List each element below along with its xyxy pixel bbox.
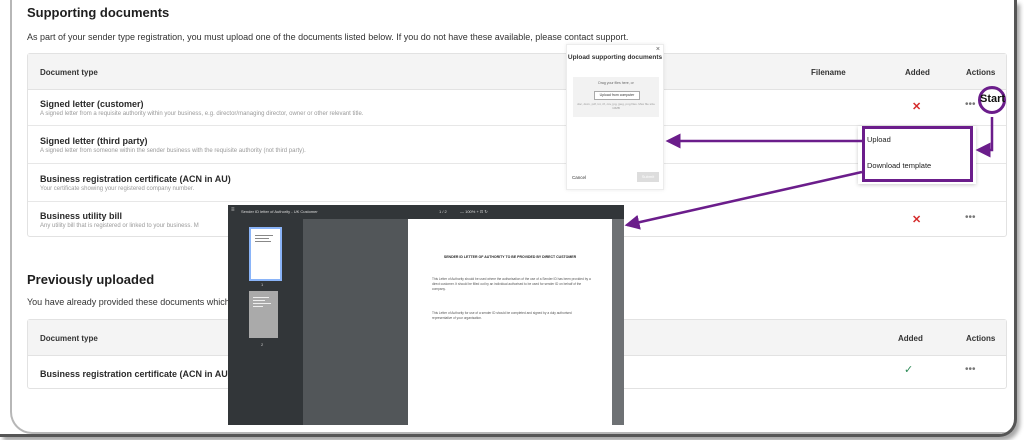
close-icon[interactable]: × xyxy=(656,46,660,53)
file-dropzone[interactable]: Drag your files here, or Upload from com… xyxy=(573,77,659,117)
row-title: Business registration certificate (ACN i… xyxy=(40,369,231,379)
previously-intro: You have already provided these document… xyxy=(27,297,237,307)
row-description: Your certificate showing your registered… xyxy=(40,186,195,192)
col-filename: Filename xyxy=(811,68,846,77)
col-actions: Actions xyxy=(966,68,996,77)
row-actions-button[interactable]: ••• xyxy=(965,212,976,223)
page-thumbnail[interactable] xyxy=(249,227,282,281)
table-row: Signed letter (customer) A signed letter… xyxy=(28,90,1006,126)
col-document-type: Document type xyxy=(40,334,98,343)
row-description: Any utility bill that is registered or l… xyxy=(40,223,199,229)
row-actions-button[interactable]: ••• xyxy=(965,364,976,375)
col-actions: Actions xyxy=(966,334,996,343)
table-header: Document type Filename Added Actions xyxy=(28,54,1006,90)
thumbnail-number: 1 xyxy=(261,282,264,287)
not-added-icon: ✕ xyxy=(912,101,922,113)
row-title: Business registration certificate (ACN i… xyxy=(40,174,231,184)
row-description: A signed letter from someone within the … xyxy=(40,148,306,154)
col-added: Added xyxy=(898,334,923,343)
pdf-toolbar: ≡ Sender ID letter of Authority - UK Cus… xyxy=(228,205,624,219)
dropzone-hint: doc, docx, pdf, txt, rtf, csv, jpg, jpeg… xyxy=(577,102,655,110)
zoom-controls[interactable]: — 100% + ⊡ ↻ xyxy=(460,209,488,214)
thumbnail-number: 2 xyxy=(261,342,264,347)
row-actions-button[interactable]: ••• xyxy=(965,99,976,110)
dropzone-text: Drag your files here, or xyxy=(598,81,634,85)
modal-title: Upload supporting documents xyxy=(567,54,663,61)
previously-heading: Previously uploaded xyxy=(27,272,155,287)
pdf-paragraph: This Letter of Authority should be used … xyxy=(432,277,591,291)
thumbnail-sidebar: 1 2 xyxy=(228,219,303,425)
row-title: Business utility bill xyxy=(40,211,123,221)
pdf-file-title: Sender ID letter of Authority - UK Custo… xyxy=(241,209,318,214)
submit-button[interactable]: Submit xyxy=(637,172,659,182)
browse-button[interactable]: Upload from computer xyxy=(594,91,640,100)
row-title: Signed letter (third party) xyxy=(40,136,148,146)
row-description: A signed letter from a requisite authori… xyxy=(40,111,364,117)
menu-icon[interactable]: ≡ xyxy=(231,207,235,213)
supporting-heading: Supporting documents xyxy=(27,5,170,20)
pdf-viewer: ≡ Sender ID letter of Authority - UK Cus… xyxy=(228,205,624,425)
upload-modal: × Upload supporting documents Drag your … xyxy=(566,44,664,190)
pdf-canvas-gutter xyxy=(303,219,408,425)
pdf-doc-title: SENDER ID LETTER OF AUTHORITY TO BE PROV… xyxy=(443,255,577,259)
added-check-icon: ✓ xyxy=(904,364,914,376)
page-thumbnail[interactable] xyxy=(249,291,278,338)
col-added: Added xyxy=(905,68,930,77)
pdf-page: SENDER ID LETTER OF AUTHORITY TO BE PROV… xyxy=(408,219,612,425)
menu-highlight-box xyxy=(862,126,973,182)
cancel-button[interactable]: Cancel xyxy=(572,175,586,180)
row-title: Signed letter (customer) xyxy=(40,99,144,109)
page-indicator[interactable]: 1 / 2 xyxy=(439,209,447,214)
supporting-intro: As part of your sender type registration… xyxy=(27,32,629,42)
pdf-paragraph: This Letter of Authority for use of a se… xyxy=(432,311,572,320)
col-document-type: Document type xyxy=(40,68,98,77)
not-added-icon: ✕ xyxy=(912,214,922,226)
start-label: Start xyxy=(980,93,1006,105)
pdf-scrollbar[interactable] xyxy=(612,219,624,425)
